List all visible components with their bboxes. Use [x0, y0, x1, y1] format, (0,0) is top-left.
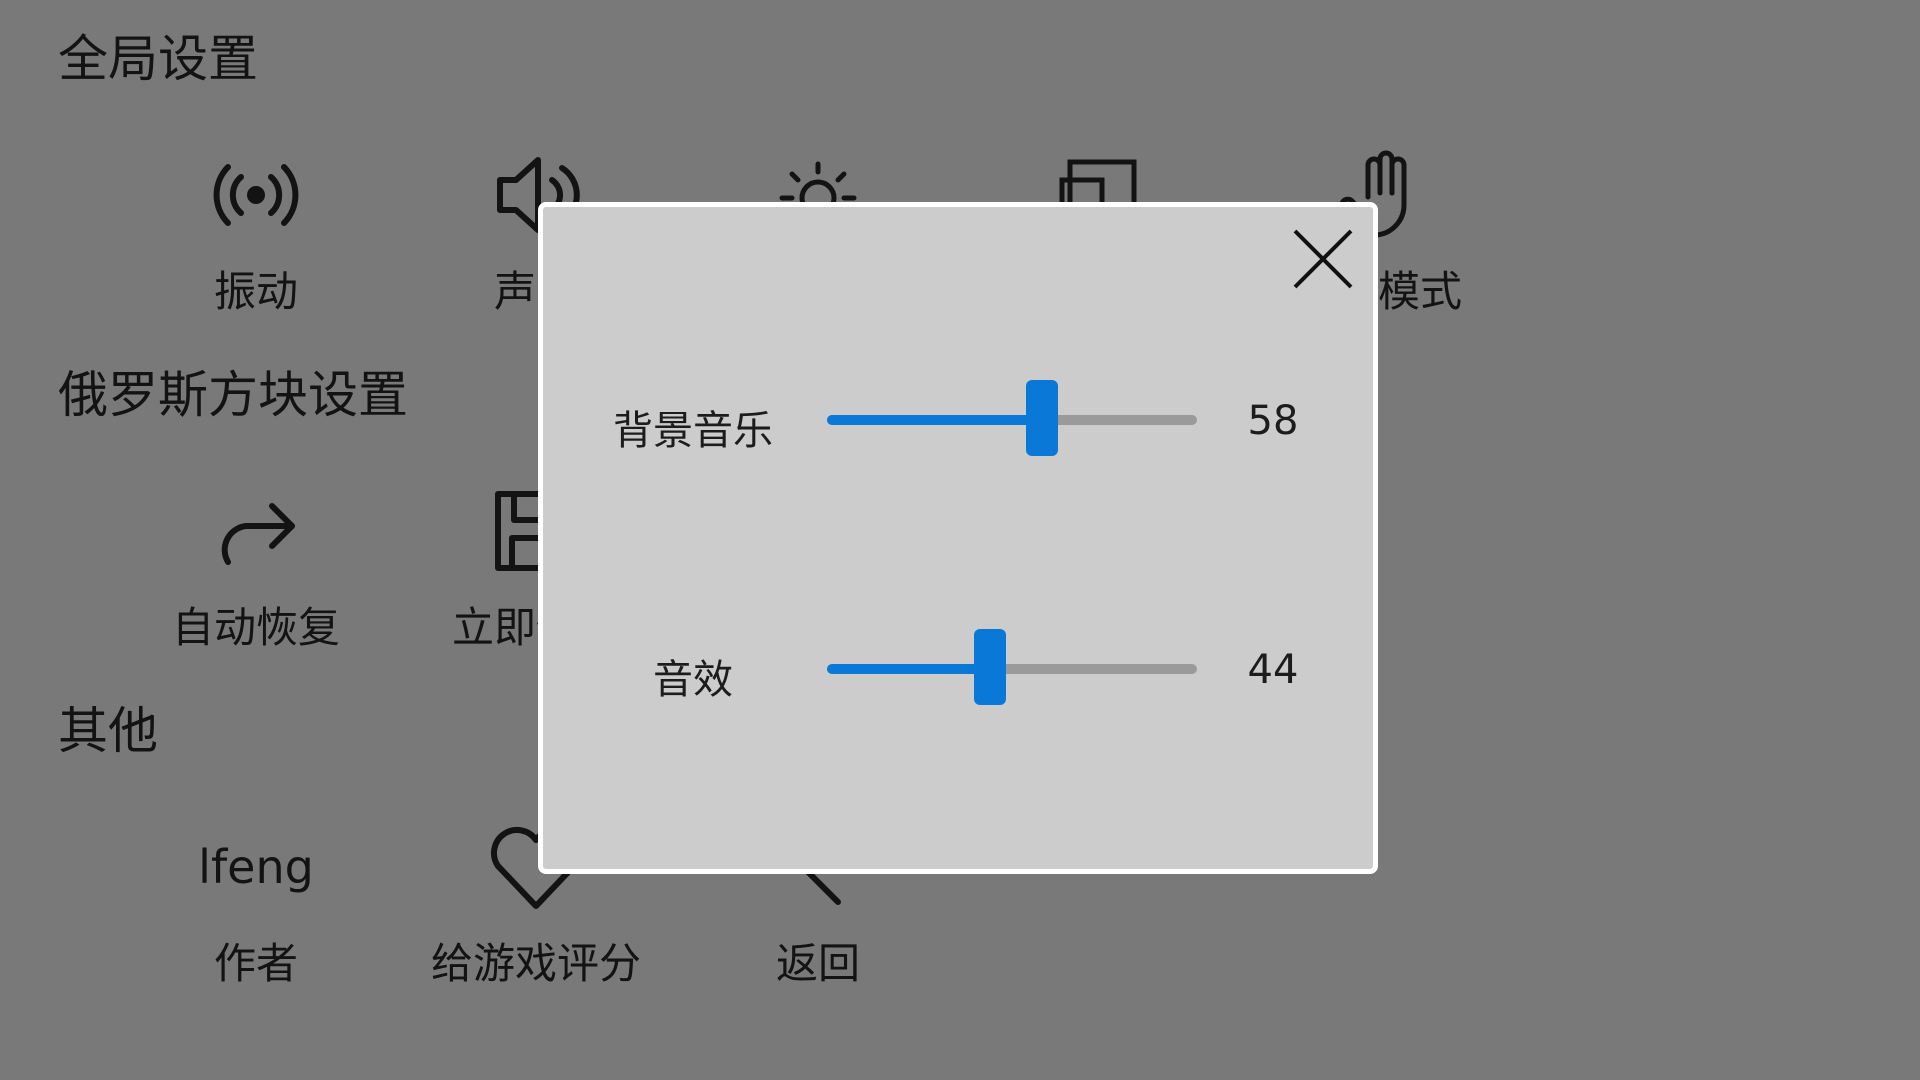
slider-fill [827, 664, 990, 674]
slider-fill [827, 415, 1042, 425]
sfx-volume-slider[interactable] [827, 629, 1197, 709]
close-button[interactable] [1287, 223, 1359, 295]
bgm-volume-slider[interactable] [827, 380, 1197, 460]
bgm-volume-label: 背景音乐 [613, 408, 773, 454]
sfx-volume-value: 44 [1247, 647, 1299, 693]
sfx-volume-label: 音效 [653, 657, 733, 703]
slider-thumb[interactable] [1026, 380, 1058, 456]
sfx-volume-row: 音效 44 [543, 629, 1373, 709]
close-icon [1293, 229, 1353, 289]
bgm-volume-row: 背景音乐 58 [543, 380, 1373, 460]
volume-dialog: 背景音乐 58 音效 44 [538, 202, 1378, 874]
bgm-volume-value: 58 [1247, 398, 1299, 444]
slider-thumb[interactable] [974, 629, 1006, 705]
